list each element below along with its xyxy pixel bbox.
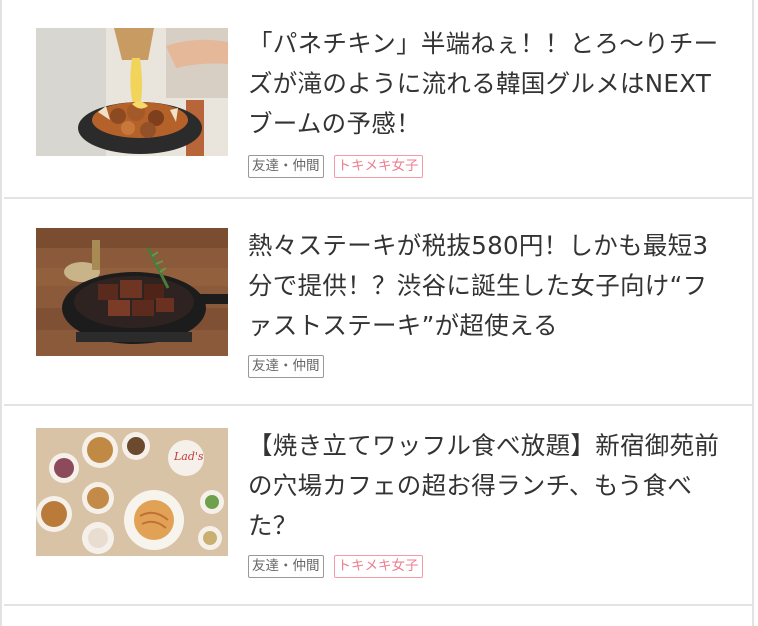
article-tags: 友達・仲間 トキメキ女子 [248,555,423,578]
waffle-table-photo-icon: Lad's [36,428,228,556]
article-title[interactable]: 「パネチキン」半端ねぇ！！とろ〜りチーズが滝のように流れる韓国グルメはNEXTブ… [248,24,728,144]
steak-skillet-photo-icon [36,228,228,356]
article-item[interactable]: Lad's 【焼き立てワッフル食べ放題】新宿御苑前の穴場カフェの超お得ランチ、も… [4,407,754,606]
tag-tokimeki-joshi[interactable]: トキメキ女子 [333,155,423,178]
article-tags: 友達・仲間 トキメキ女子 [248,155,423,178]
svg-text:Lad's: Lad's [173,450,204,463]
article-tags: 友達・仲間 [248,355,324,378]
article-thumbnail-steak[interactable] [36,228,228,356]
article-item[interactable]: 熱々ステーキが税抜580円！しかも最短3分で提供！？渋谷に誕生した女子向け“ファ… [4,207,754,406]
article-title[interactable]: 熱々ステーキが税抜580円！しかも最短3分で提供！？渋谷に誕生した女子向け“ファ… [248,226,728,346]
article-thumbnail-waffle[interactable]: Lad's [36,428,228,556]
article-thumbnail-panechicken[interactable] [36,28,228,156]
article-title[interactable]: 【焼き立てワッフル食べ放題】新宿御苑前の穴場カフェの超お得ランチ、もう食べた？ [248,426,728,546]
article-item[interactable]: 「パネチキン」半端ねぇ！！とろ〜りチーズが滝のように流れる韓国グルメはNEXTブ… [4,0,754,199]
tag-tokimeki-joshi[interactable]: トキメキ女子 [333,555,423,578]
tag-friends[interactable]: 友達・仲間 [248,555,324,578]
panechicken-photo-icon [36,28,228,156]
tag-friends[interactable]: 友達・仲間 [248,355,324,378]
tag-friends[interactable]: 友達・仲間 [248,155,324,178]
article-list: 「パネチキン」半端ねぇ！！とろ〜りチーズが滝のように流れる韓国グルメはNEXTブ… [0,0,754,626]
